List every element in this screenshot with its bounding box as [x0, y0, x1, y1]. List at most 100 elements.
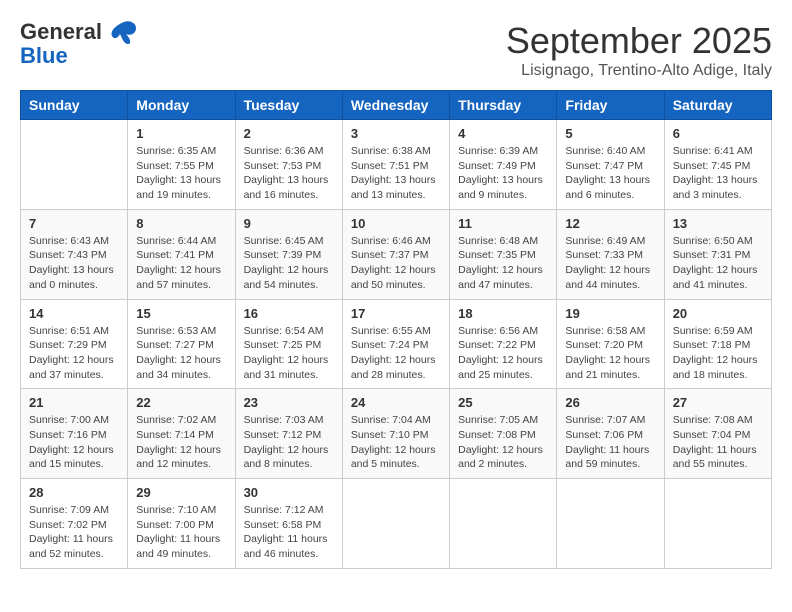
calendar-cell: 9 Sunrise: 6:45 AMSunset: 7:39 PMDaylight…	[235, 209, 342, 299]
calendar-cell: 1 Sunrise: 6:35 AMSunset: 7:55 PMDaylight…	[128, 120, 235, 210]
logo-text-block: General Blue	[20, 20, 138, 68]
day-info: Sunrise: 7:08 AMSunset: 7:04 PMDaylight:…	[673, 413, 763, 472]
day-number: 14	[29, 306, 119, 321]
day-number: 11	[458, 216, 548, 231]
day-number: 2	[244, 126, 334, 141]
day-info: Sunrise: 6:51 AMSunset: 7:29 PMDaylight:…	[29, 324, 119, 383]
day-info: Sunrise: 6:38 AMSunset: 7:51 PMDaylight:…	[351, 144, 441, 203]
calendar-cell: 27 Sunrise: 7:08 AMSunset: 7:04 PMDayligh…	[664, 389, 771, 479]
calendar-cell: 15 Sunrise: 6:53 AMSunset: 7:27 PMDayligh…	[128, 299, 235, 389]
day-info: Sunrise: 6:49 AMSunset: 7:33 PMDaylight:…	[565, 234, 655, 293]
calendar-cell: 19 Sunrise: 6:58 AMSunset: 7:20 PMDayligh…	[557, 299, 664, 389]
day-number: 27	[673, 395, 763, 410]
day-info: Sunrise: 7:03 AMSunset: 7:12 PMDaylight:…	[244, 413, 334, 472]
day-number: 8	[136, 216, 226, 231]
day-number: 26	[565, 395, 655, 410]
weekday-header-wednesday: Wednesday	[342, 91, 449, 120]
page-header: General Blue September 2025 Lisignago, T…	[20, 20, 772, 80]
calendar-cell: 13Sunrise: 6:50 AMSunset: 7:31 PMDayligh…	[664, 209, 771, 299]
calendar-cell: 5Sunrise: 6:40 AMSunset: 7:47 PMDaylight…	[557, 120, 664, 210]
day-number: 18	[458, 306, 548, 321]
day-number: 30	[244, 485, 334, 500]
day-info: Sunrise: 7:10 AMSunset: 7:00 PMDaylight:…	[136, 503, 226, 562]
day-info: Sunrise: 6:43 AMSunset: 7:43 PMDaylight:…	[29, 234, 119, 293]
calendar-cell: 17Sunrise: 6:55 AMSunset: 7:24 PMDayligh…	[342, 299, 449, 389]
calendar-cell: 8 Sunrise: 6:44 AMSunset: 7:41 PMDaylight…	[128, 209, 235, 299]
day-info: Sunrise: 7:04 AMSunset: 7:10 PMDaylight:…	[351, 413, 441, 472]
day-info: Sunrise: 6:58 AMSunset: 7:20 PMDaylight:…	[565, 324, 655, 383]
day-number: 10	[351, 216, 441, 231]
day-info: Sunrise: 6:44 AMSunset: 7:41 PMDaylight:…	[136, 234, 226, 293]
day-info: Sunrise: 6:35 AMSunset: 7:55 PMDaylight:…	[136, 144, 226, 203]
weekday-header-saturday: Saturday	[664, 91, 771, 120]
day-number: 22	[136, 395, 226, 410]
calendar-cell: 18 Sunrise: 6:56 AMSunset: 7:22 PMDayligh…	[450, 299, 557, 389]
day-number: 1	[136, 126, 226, 141]
weekday-header-friday: Friday	[557, 91, 664, 120]
day-info: Sunrise: 6:41 AMSunset: 7:45 PMDaylight:…	[673, 144, 763, 203]
calendar-cell	[450, 479, 557, 569]
calendar-cell: 22 Sunrise: 7:02 AMSunset: 7:14 PMDayligh…	[128, 389, 235, 479]
calendar-cell: 23 Sunrise: 7:03 AMSunset: 7:12 PMDayligh…	[235, 389, 342, 479]
day-number: 23	[244, 395, 334, 410]
logo-general: General	[20, 19, 102, 44]
calendar-cell: 7Sunrise: 6:43 AMSunset: 7:43 PMDaylight…	[21, 209, 128, 299]
day-number: 16	[244, 306, 334, 321]
calendar-table: SundayMondayTuesdayWednesdayThursdayFrid…	[20, 90, 772, 569]
week-row-3: 14 Sunrise: 6:51 AMSunset: 7:29 PMDayligh…	[21, 299, 772, 389]
day-info: Sunrise: 6:45 AMSunset: 7:39 PMDaylight:…	[244, 234, 334, 293]
calendar-cell: 24 Sunrise: 7:04 AMSunset: 7:10 PMDayligh…	[342, 389, 449, 479]
month-title: September 2025	[506, 20, 772, 62]
day-info: Sunrise: 6:55 AMSunset: 7:24 PMDaylight:…	[351, 324, 441, 383]
calendar-cell: 20 Sunrise: 6:59 AMSunset: 7:18 PMDayligh…	[664, 299, 771, 389]
day-info: Sunrise: 6:40 AMSunset: 7:47 PMDaylight:…	[565, 144, 655, 203]
day-number: 29	[136, 485, 226, 500]
week-row-1: 1 Sunrise: 6:35 AMSunset: 7:55 PMDaylight…	[21, 120, 772, 210]
day-number: 19	[565, 306, 655, 321]
day-info: Sunrise: 6:39 AMSunset: 7:49 PMDaylight:…	[458, 144, 548, 203]
week-row-4: 21Sunrise: 7:00 AMSunset: 7:16 PMDayligh…	[21, 389, 772, 479]
day-info: Sunrise: 7:09 AMSunset: 7:02 PMDaylight:…	[29, 503, 119, 562]
day-number: 9	[244, 216, 334, 231]
calendar-cell: 25 Sunrise: 7:05 AMSunset: 7:08 PMDayligh…	[450, 389, 557, 479]
day-number: 15	[136, 306, 226, 321]
weekday-header-sunday: Sunday	[21, 91, 128, 120]
day-info: Sunrise: 6:46 AMSunset: 7:37 PMDaylight:…	[351, 234, 441, 293]
day-info: Sunrise: 6:56 AMSunset: 7:22 PMDaylight:…	[458, 324, 548, 383]
day-info: Sunrise: 7:05 AMSunset: 7:08 PMDaylight:…	[458, 413, 548, 472]
day-number: 21	[29, 395, 119, 410]
title-section: September 2025 Lisignago, Trentino-Alto …	[506, 20, 772, 80]
calendar-cell: 14 Sunrise: 6:51 AMSunset: 7:29 PMDayligh…	[21, 299, 128, 389]
week-row-2: 7Sunrise: 6:43 AMSunset: 7:43 PMDaylight…	[21, 209, 772, 299]
day-number: 6	[673, 126, 763, 141]
calendar-cell: 26Sunrise: 7:07 AMSunset: 7:06 PMDayligh…	[557, 389, 664, 479]
day-number: 20	[673, 306, 763, 321]
calendar-cell	[557, 479, 664, 569]
weekday-header-monday: Monday	[128, 91, 235, 120]
day-number: 4	[458, 126, 548, 141]
day-number: 13	[673, 216, 763, 231]
calendar-cell	[342, 479, 449, 569]
day-info: Sunrise: 6:53 AMSunset: 7:27 PMDaylight:…	[136, 324, 226, 383]
calendar-cell	[664, 479, 771, 569]
calendar-cell: 29 Sunrise: 7:10 AMSunset: 7:00 PMDayligh…	[128, 479, 235, 569]
calendar-cell: 28Sunrise: 7:09 AMSunset: 7:02 PMDayligh…	[21, 479, 128, 569]
calendar-cell	[21, 120, 128, 210]
day-number: 24	[351, 395, 441, 410]
weekday-header-row: SundayMondayTuesdayWednesdayThursdayFrid…	[21, 91, 772, 120]
day-number: 12	[565, 216, 655, 231]
logo-blue: Blue	[20, 44, 68, 68]
week-row-5: 28Sunrise: 7:09 AMSunset: 7:02 PMDayligh…	[21, 479, 772, 569]
logo: General Blue	[20, 20, 138, 68]
calendar-cell: 30Sunrise: 7:12 AMSunset: 6:58 PMDayligh…	[235, 479, 342, 569]
calendar-cell: 6 Sunrise: 6:41 AMSunset: 7:45 PMDaylight…	[664, 120, 771, 210]
calendar-cell: 21Sunrise: 7:00 AMSunset: 7:16 PMDayligh…	[21, 389, 128, 479]
calendar-cell: 10 Sunrise: 6:46 AMSunset: 7:37 PMDayligh…	[342, 209, 449, 299]
day-number: 25	[458, 395, 548, 410]
calendar-cell: 12 Sunrise: 6:49 AMSunset: 7:33 PMDayligh…	[557, 209, 664, 299]
weekday-header-tuesday: Tuesday	[235, 91, 342, 120]
calendar-cell: 11Sunrise: 6:48 AMSunset: 7:35 PMDayligh…	[450, 209, 557, 299]
calendar-cell: 3Sunrise: 6:38 AMSunset: 7:51 PMDaylight…	[342, 120, 449, 210]
day-info: Sunrise: 6:59 AMSunset: 7:18 PMDaylight:…	[673, 324, 763, 383]
day-info: Sunrise: 7:02 AMSunset: 7:14 PMDaylight:…	[136, 413, 226, 472]
